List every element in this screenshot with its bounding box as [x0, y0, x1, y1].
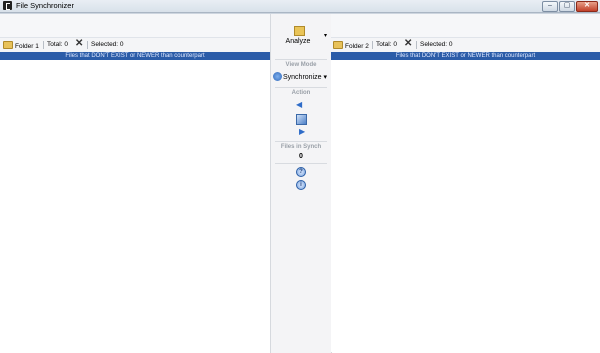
- center-divider: [275, 141, 327, 142]
- right-filter-banner: Files that DON'T EXIST or NEWER than cou…: [331, 52, 600, 60]
- right-pane-header-area: [331, 14, 600, 38]
- left-total: Total: 0: [47, 41, 68, 48]
- toolbar-separator: [372, 41, 373, 49]
- right-selected: Selected: 0: [420, 41, 453, 48]
- left-folder-label: Folder 1: [15, 43, 39, 50]
- left-pane-header-area: [0, 14, 270, 38]
- app-icon: [3, 1, 12, 10]
- copy-left-arrow-icon[interactable]: ◀: [296, 101, 302, 109]
- clear-left-icon[interactable]: ✕: [75, 39, 83, 49]
- view-mode-title: View Mode: [285, 62, 317, 68]
- window-title: File Synchronizer: [16, 1, 74, 10]
- folder-icon: [333, 41, 343, 49]
- help-icon[interactable]: ?: [296, 167, 306, 177]
- maximize-button[interactable]: ▢: [559, 1, 575, 12]
- right-total: Total: 0: [376, 41, 397, 48]
- center-divider: [275, 87, 327, 88]
- center-divider: [275, 163, 327, 164]
- synchronize-icon: [273, 72, 282, 81]
- files-in-synch-title: Files in Synch: [280, 144, 322, 150]
- left-folder-button[interactable]: Folder 1: [3, 41, 39, 51]
- right-file-list[interactable]: [331, 60, 600, 352]
- folder-icon: [3, 41, 13, 49]
- analyze-button[interactable]: Analyze ▾: [271, 20, 331, 48]
- right-pane-toolbar: Folder 2 Total: 0 ✕ Selected: 0: [331, 38, 600, 53]
- toolbar-separator: [416, 41, 417, 49]
- left-file-list[interactable]: [0, 60, 270, 352]
- main-frame: Folder 1 Total: 0 ✕ Selected: 0 Files th…: [0, 13, 600, 353]
- action-title: Action: [291, 90, 311, 96]
- left-filter-banner: Files that DON'T EXIST or NEWER than cou…: [0, 52, 270, 60]
- toolbar-separator: [87, 41, 88, 49]
- right-folder-label: Folder 2: [345, 43, 369, 50]
- copy-right-arrow-icon[interactable]: ▶: [299, 128, 305, 136]
- right-folder-button[interactable]: Folder 2: [333, 41, 369, 51]
- close-button[interactable]: ✕: [576, 1, 598, 12]
- left-pane-toolbar: Folder 1 Total: 0 ✕ Selected: 0: [0, 38, 270, 53]
- center-divider: [275, 59, 327, 60]
- center-panel: Analyze ▾ View Mode Synchronize ▾ Action…: [270, 14, 332, 353]
- copy-both-icon[interactable]: [296, 114, 307, 125]
- analyze-icon: [294, 26, 305, 36]
- mode-selector[interactable]: [271, 14, 331, 15]
- analyze-label: Analyze: [285, 38, 311, 45]
- info-icon[interactable]: i: [296, 180, 306, 190]
- mode-value: Synchronize: [283, 74, 322, 81]
- analyze-dropdown-arrow[interactable]: ▾: [324, 32, 327, 39]
- toolbar-separator: [43, 41, 44, 49]
- title-bar: File Synchronizer – ▢ ✕: [0, 0, 600, 13]
- minimize-button[interactable]: –: [542, 1, 558, 12]
- mode-dropdown[interactable]: Synchronize ▾: [283, 73, 327, 81]
- left-selected: Selected: 0: [91, 41, 124, 48]
- files-in-synch-value: 0: [299, 153, 303, 160]
- clear-right-icon[interactable]: ✕: [404, 39, 412, 49]
